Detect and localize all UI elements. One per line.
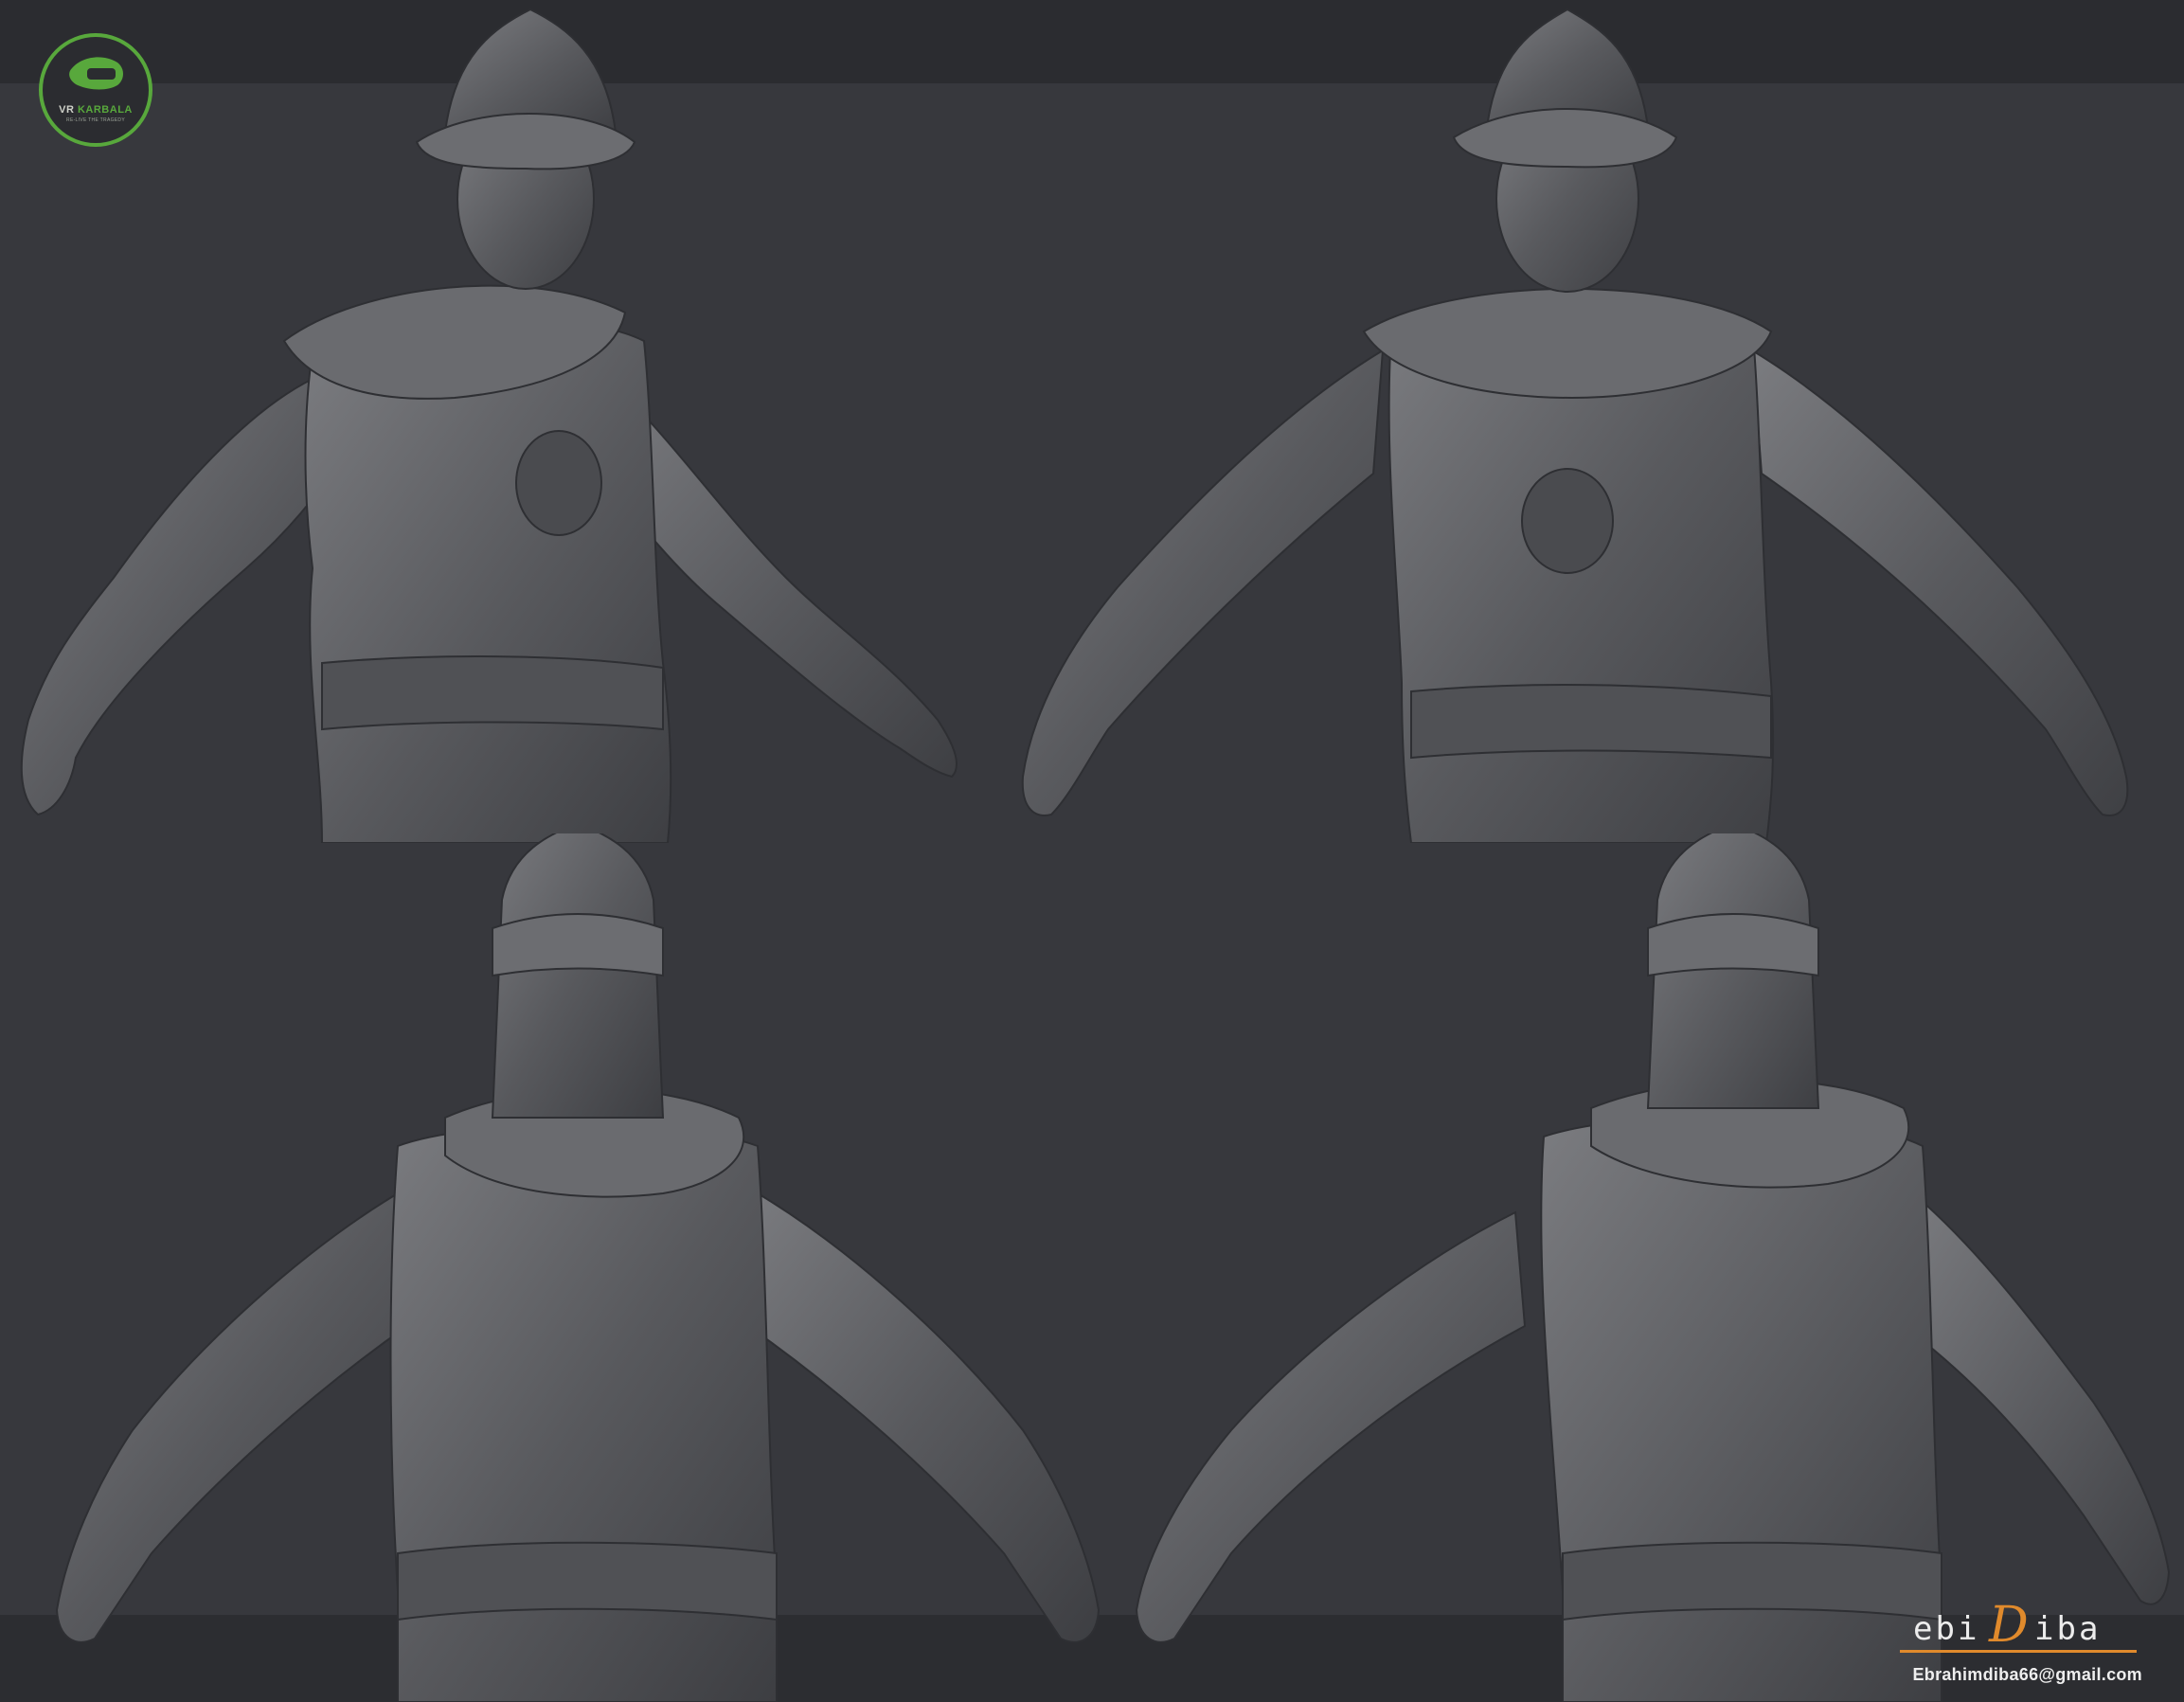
warrior-figure bbox=[20, 8, 958, 843]
warrior-figure bbox=[1135, 833, 2171, 1702]
sculpt-view-front bbox=[966, 0, 2184, 843]
render-sheet: VR KARBALA RE-LIVE THE TRAGEDY ebi D iba… bbox=[0, 0, 2184, 1702]
contact-email: Ebrahimdiba66@gmail.com bbox=[1912, 1665, 2142, 1684]
logo-tagline: RE-LIVE THE TRAGEDY bbox=[66, 117, 125, 123]
signature-part-ebi: ebi bbox=[1913, 1610, 1980, 1648]
sculpt-view-back-three-quarter bbox=[1099, 833, 2184, 1702]
warrior-figure bbox=[55, 833, 1101, 1702]
signature-underline bbox=[1900, 1650, 2137, 1653]
logo-wordmark-prefix: VR bbox=[59, 104, 75, 116]
vr-karbala-logo: VR KARBALA RE-LIVE THE TRAGEDY bbox=[36, 30, 155, 150]
warrior-figure bbox=[1021, 8, 2129, 843]
logo-wordmark: VR KARBALA bbox=[36, 104, 155, 116]
signature-part-d: D bbox=[1989, 1597, 2029, 1654]
sculpt-view-back bbox=[0, 833, 1184, 1702]
artist-signature: ebi D iba bbox=[1894, 1597, 2140, 1657]
logo-wordmark-accent: KARBALA bbox=[77, 104, 133, 116]
signature-part-iba: iba bbox=[2034, 1610, 2102, 1648]
